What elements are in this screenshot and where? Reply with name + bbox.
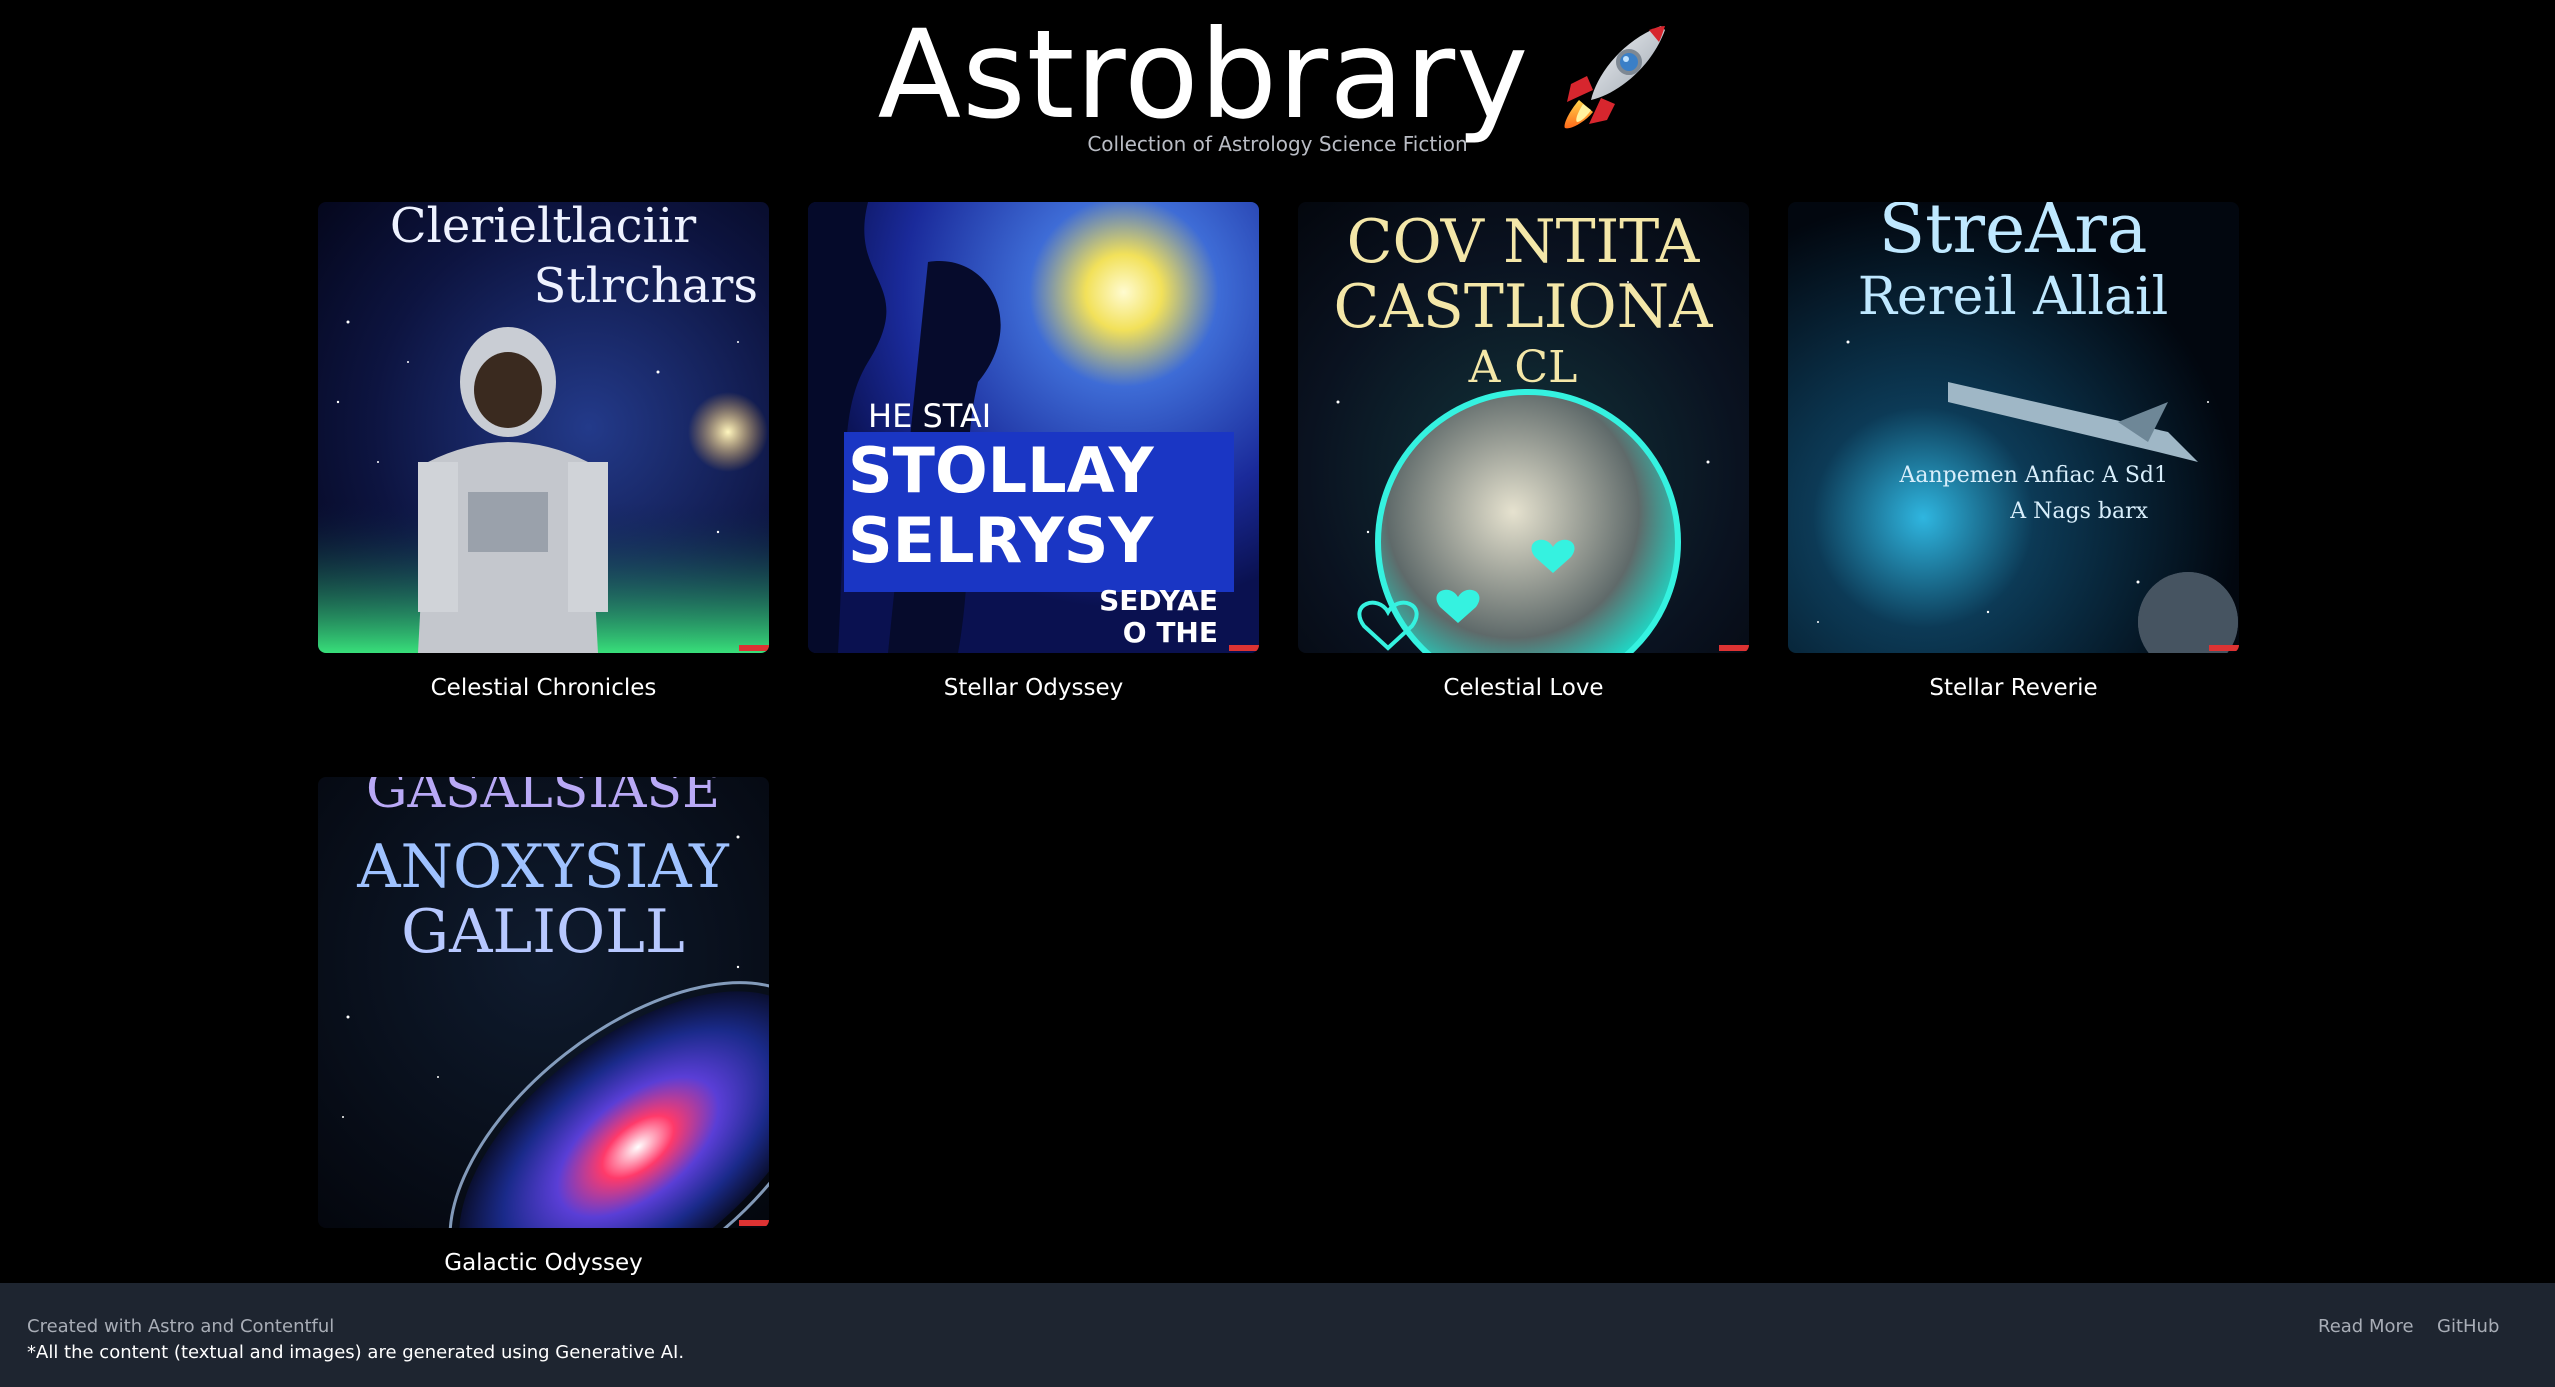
book-cover-image[interactable]: GASALSIASE ANOXYSIAY GALIOLL bbox=[318, 777, 769, 1228]
svg-text:COV NTITA: COV NTITA bbox=[1347, 207, 1700, 277]
svg-text:Aanpemen Anfiac A Sd1: Aanpemen Anfiac A Sd1 bbox=[1898, 463, 2168, 488]
svg-text:STOLLAY: STOLLAY bbox=[848, 434, 1155, 507]
book-card[interactable]: COV NTITA CASTLIONA A CL Celestial Love bbox=[1298, 202, 1749, 701]
svg-text:Stlrchars: Stlrchars bbox=[534, 258, 758, 314]
read-more-link[interactable]: Read More bbox=[2318, 1316, 2414, 1337]
site-header: Astrobrary Collection of Astrology Scien… bbox=[0, 0, 2555, 180]
book-card[interactable]: GASALSIASE ANOXYSIAY GALIOLL Galactic Od… bbox=[318, 777, 769, 1276]
book-title[interactable]: Stellar Reverie bbox=[1788, 675, 2239, 701]
rocket-icon bbox=[1557, 14, 1677, 134]
book-title[interactable]: Galactic Odyssey bbox=[318, 1250, 769, 1276]
book-cover-image[interactable]: Clerieltlaciir Stlrchars bbox=[318, 202, 769, 653]
svg-text:A CL: A CL bbox=[1468, 342, 1578, 393]
svg-text:ANOXYSIAY: ANOXYSIAY bbox=[356, 832, 730, 902]
svg-text:O THE: O THE bbox=[1123, 616, 1218, 649]
svg-text:SEDYAE: SEDYAE bbox=[1099, 584, 1218, 617]
svg-text:GASALSIASE: GASALSIASE bbox=[366, 777, 720, 820]
site-title: Astrobrary bbox=[877, 4, 1530, 146]
svg-text:HE STAI: HE STAI bbox=[868, 397, 991, 435]
book-title[interactable]: Stellar Odyssey bbox=[808, 675, 1259, 701]
svg-text:Clerieltlaciir: Clerieltlaciir bbox=[390, 202, 696, 254]
book-cover-image[interactable]: COV NTITA CASTLIONA A CL bbox=[1298, 202, 1749, 653]
book-title[interactable]: Celestial Love bbox=[1298, 675, 1749, 701]
app-root: Astrobrary Collection of Astrology Scien… bbox=[0, 0, 2555, 1387]
svg-text:GALIOLL: GALIOLL bbox=[401, 897, 685, 967]
svg-text:A Nags barx: A Nags barx bbox=[2009, 499, 2148, 524]
svg-text:CASTLIONA: CASTLIONA bbox=[1334, 272, 1714, 342]
book-cover-image[interactable]: StreAra Rereil Allail Aanpemen Anfiac A … bbox=[1788, 202, 2239, 653]
book-cover-image[interactable]: HE STAI STOLLAY SELRYSY SEDYAE O THE bbox=[808, 202, 1259, 653]
book-card[interactable]: HE STAI STOLLAY SELRYSY SEDYAE O THE Ste… bbox=[808, 202, 1259, 701]
github-link[interactable]: GitHub bbox=[2437, 1316, 2499, 1337]
svg-text:SELRYSY: SELRYSY bbox=[848, 504, 1154, 577]
footer-ai-disclaimer: *All the content (textual and images) ar… bbox=[27, 1342, 685, 1363]
book-card[interactable]: Clerieltlaciir Stlrchars Celestial Chron… bbox=[318, 202, 769, 701]
footer-credit: Created with Astro and Contentful bbox=[27, 1316, 335, 1337]
book-card[interactable]: StreAra Rereil Allail Aanpemen Anfiac A … bbox=[1788, 202, 2239, 701]
svg-text:StreAra: StreAra bbox=[1879, 202, 2148, 269]
svg-text:Rereil Allail: Rereil Allail bbox=[1858, 267, 2168, 327]
site-subtitle: Collection of Astrology Science Fiction bbox=[1087, 132, 1468, 156]
site-footer: Created with Astro and Contentful *All t… bbox=[0, 1283, 2555, 1387]
book-title[interactable]: Celestial Chronicles bbox=[318, 675, 769, 701]
title-row: Astrobrary bbox=[0, 0, 2555, 150]
